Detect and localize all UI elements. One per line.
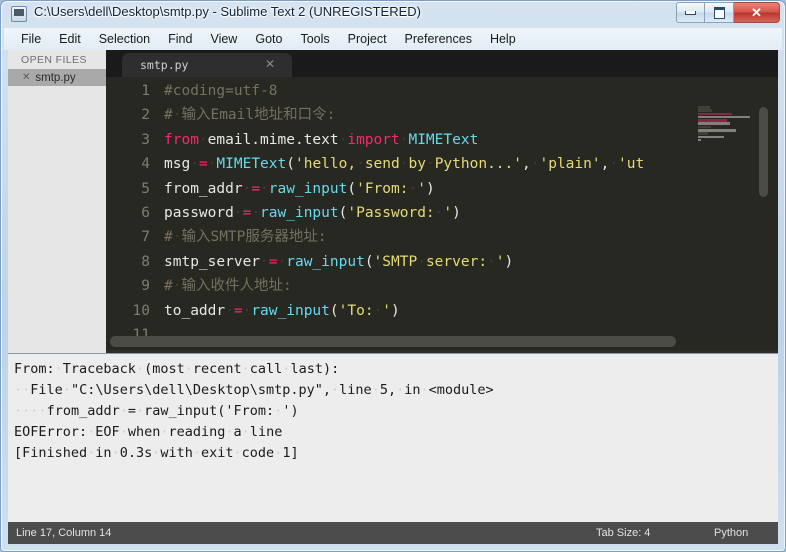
- minimap-line: [698, 119, 728, 122]
- app-icon: [11, 6, 27, 22]
- minimap-line: [698, 112, 733, 116]
- minimap-line: [698, 128, 736, 132]
- sidebar: OPEN FILES ✕ smtp.py: [8, 50, 106, 350]
- horizontal-scrollbar[interactable]: [110, 336, 676, 347]
- line-number: 7: [141, 229, 150, 246]
- horizontal-scrollbar-track[interactable]: [108, 336, 690, 347]
- tab-label: smtp.py: [140, 58, 189, 72]
- console-line: [Finished·in·0.3s·with·exit·code·1]: [14, 445, 299, 461]
- line-number: 3: [141, 131, 150, 148]
- sidebar-header: OPEN FILES: [21, 54, 87, 66]
- sidebar-item-label: smtp.py: [35, 71, 76, 84]
- line-number: 5: [141, 180, 150, 197]
- minimap[interactable]: [698, 106, 754, 142]
- menu-item-help[interactable]: Help: [481, 30, 525, 48]
- menu-item-find[interactable]: Find: [159, 30, 201, 48]
- minimap-line: [698, 138, 701, 142]
- line-number: 6: [141, 204, 150, 221]
- menu-item-preferences[interactable]: Preferences: [396, 30, 481, 48]
- console-line: ··File·"C:\Users\dell\Desktop\smtp.py",·…: [14, 382, 494, 398]
- menu-item-selection[interactable]: Selection: [90, 30, 159, 48]
- tab-bar: smtp.py ✕: [106, 50, 778, 77]
- code-line: 3 from·email.mime.text·import·MIMEText: [106, 128, 644, 152]
- minimap-line: [698, 106, 711, 109]
- code-line: 12import·smtplib: [106, 347, 644, 350]
- menu-bar: File Edit Selection Find View Goto Tools Projec…: [4, 28, 782, 50]
- line-number: 2: [141, 107, 150, 124]
- minimap-line: [698, 125, 712, 129]
- title-bar: C:\Users\dell\Desktop\smtp.py - Sublime …: [0, 0, 786, 28]
- close-button[interactable]: ✕: [734, 2, 780, 23]
- editor-pane: smtp.py ✕ 1 #coding=utf-8 2 #·输入Email地址和口令:…: [106, 50, 778, 350]
- vertical-scrollbar[interactable]: [759, 107, 768, 197]
- minimap-line: [698, 122, 731, 125]
- status-bar: Line 17, Column 14 Tab Size: 4 Python: [8, 522, 778, 544]
- close-icon: ✕: [751, 4, 762, 20]
- tab-smtp-py[interactable]: smtp.py ✕: [122, 53, 292, 77]
- code-line: 6 password·=·raw_input('Password:·'): [106, 201, 644, 225]
- line-number: 8: [141, 253, 150, 270]
- code-line: 5 from_addr·=·raw_input('From:·'): [106, 177, 644, 201]
- tab-close-icon[interactable]: ✕: [265, 57, 275, 71]
- line-number: 9: [141, 278, 150, 295]
- console-line: ····from_addr·=·raw_input('From:·'): [14, 403, 299, 419]
- menu-item-goto[interactable]: Goto: [246, 30, 291, 48]
- code-line: 4 msg·=·MIMEText('hello,·send·by·Python..…: [106, 152, 644, 176]
- code-line: 2 #·输入Email地址和口令:: [106, 103, 644, 127]
- client-area: OPEN FILES ✕ smtp.py smtp.py ✕ 1 #coding=…: [8, 50, 778, 544]
- status-tab-size[interactable]: Tab Size: 4: [596, 527, 650, 539]
- maximize-button[interactable]: [705, 2, 734, 23]
- code-content[interactable]: 1 #coding=utf-8 2 #·输入Email地址和口令: 3 from·emai…: [106, 79, 645, 350]
- sublime-text-window: C:\Users\dell\Desktop\smtp.py - Sublime …: [0, 0, 786, 552]
- minimap-line: [698, 115, 751, 119]
- code-line: 10 to_addr·=·raw_input('To:·'): [106, 299, 644, 323]
- code-area[interactable]: 1 #coding=utf-8 2 #·输入Email地址和口令: 3 from·emai…: [106, 77, 778, 350]
- output-console[interactable]: From:·Traceback·(most·recent·call·last):…: [8, 353, 778, 522]
- minimap-line: [698, 132, 708, 135]
- code-line: 8 smtp_server·=·raw_input('SMTP·server:·'…: [106, 250, 644, 274]
- window-controls: ✕: [676, 2, 780, 23]
- line-number: 10: [132, 302, 150, 319]
- close-file-icon[interactable]: ✕: [22, 72, 30, 83]
- minimize-button[interactable]: [676, 2, 705, 23]
- status-language[interactable]: Python: [714, 527, 748, 539]
- console-line: EOFError:·EOF·when·reading·a·line: [14, 424, 283, 440]
- code-line: 9 #·输入收件人地址:: [106, 274, 644, 298]
- line-number: 4: [141, 156, 150, 173]
- menu-item-view[interactable]: View: [201, 30, 246, 48]
- minimap-line: [698, 109, 713, 112]
- menu-item-file[interactable]: File: [12, 30, 50, 48]
- minimap-line: [698, 135, 724, 139]
- code-line: 7 #·输入SMTP服务器地址:: [106, 225, 644, 249]
- menu-item-edit[interactable]: Edit: [50, 30, 90, 48]
- window-title: C:\Users\dell\Desktop\smtp.py - Sublime …: [34, 4, 421, 19]
- line-number: 1: [141, 83, 150, 99]
- code-line: 1 #coding=utf-8: [106, 79, 644, 103]
- sidebar-item-smtp-py[interactable]: ✕ smtp.py: [8, 69, 106, 86]
- status-position: Line 17, Column 14: [16, 527, 112, 539]
- menu-item-project[interactable]: Project: [339, 30, 396, 48]
- console-line: From:·Traceback·(most·recent·call·last):: [14, 361, 340, 377]
- maximize-icon: [705, 3, 733, 22]
- line-number: 12: [106, 347, 150, 350]
- menu-item-tools[interactable]: Tools: [291, 30, 338, 48]
- minimize-icon: [677, 3, 704, 22]
